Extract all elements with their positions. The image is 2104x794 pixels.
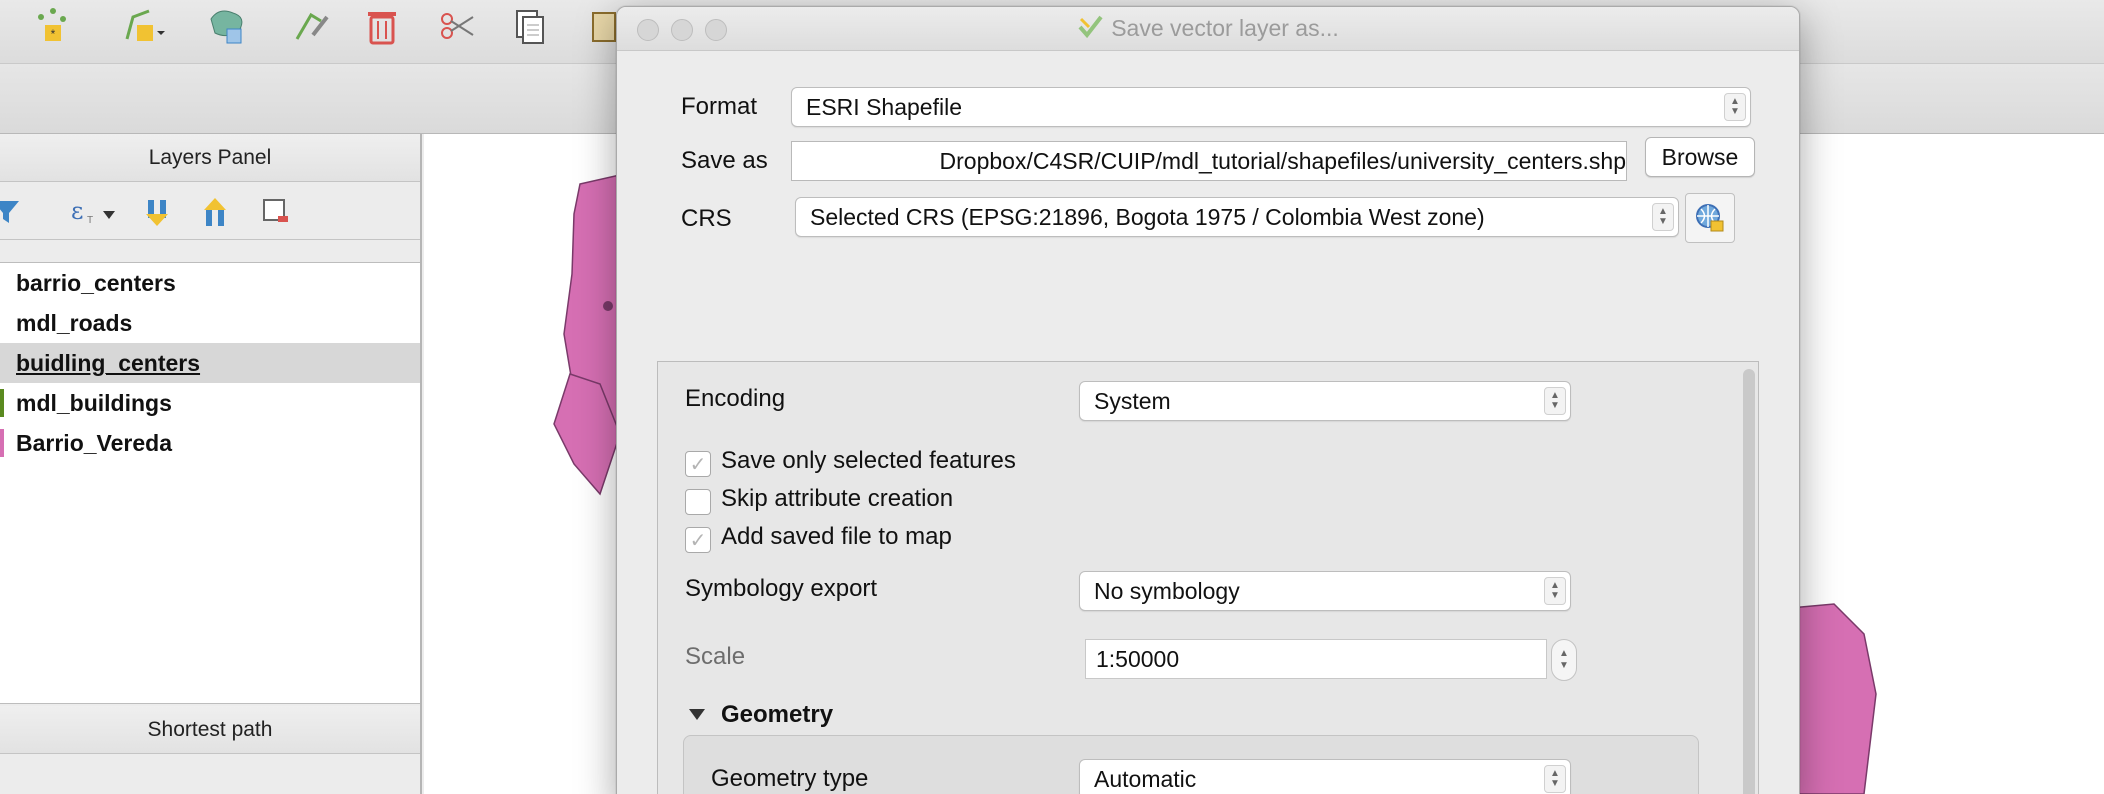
layer-swatch <box>0 389 4 417</box>
layer-item[interactable]: mdl_roads <box>0 303 420 343</box>
dialog-title-text: Save vector layer as... <box>1111 15 1339 41</box>
save-selected-checkbox[interactable]: ✓ <box>685 451 711 477</box>
layer-swatch <box>0 429 4 457</box>
expand-all-icon[interactable] <box>138 192 178 232</box>
scale-spinner[interactable]: ▲ ▼ <box>1551 639 1577 681</box>
disclosure-triangle-icon <box>687 701 707 729</box>
remove-layer-icon[interactable] <box>256 192 296 232</box>
qgis-logo-icon <box>1077 13 1103 45</box>
layer-swatch <box>0 309 4 337</box>
crs-select[interactable]: Selected CRS (EPSG:21896, Bogota 1975 / … <box>795 197 1679 237</box>
symbology-export-select[interactable]: No symbology ▲ ▼ <box>1079 571 1571 611</box>
format-label: Format <box>681 93 758 120</box>
layer-name: mdl_roads <box>16 309 133 336</box>
layer-item-selected[interactable]: buidling_centers <box>0 343 420 383</box>
add-to-map-checkbox[interactable]: ✓ <box>685 527 711 553</box>
layer-item[interactable]: mdl_buildings <box>0 383 420 423</box>
layer-swatch <box>0 269 4 297</box>
layer-name: Barrio_Vereda <box>16 429 172 456</box>
close-window-icon[interactable] <box>637 19 659 41</box>
cut-features-icon[interactable] <box>436 4 480 48</box>
add-point-feature-icon[interactable]: * <box>30 4 74 48</box>
skip-attribute-checkbox[interactable] <box>685 489 711 515</box>
point-marker <box>603 301 613 311</box>
minimize-window-icon[interactable] <box>671 19 693 41</box>
layer-name: buidling_centers <box>16 349 201 376</box>
add-line-feature-icon[interactable] <box>122 4 166 48</box>
format-select-value: ESRI Shapefile <box>806 93 962 120</box>
skip-attribute-label: Skip attribute creation <box>721 485 954 512</box>
qgis-screen: * Layers Panel ε T barrio_centers mdl_ro… <box>0 0 2104 794</box>
chevron-updown-icon: ▲ ▼ <box>1544 387 1566 415</box>
geometry-type-select[interactable]: Automatic ▲ ▼ <box>1079 759 1571 794</box>
browse-button[interactable]: Browse <box>1645 137 1755 177</box>
layer-tree: barrio_centers mdl_roads buidling_center… <box>0 262 420 704</box>
add-to-map-label: Add saved file to map <box>721 523 952 550</box>
scale-input[interactable]: 1:50000 <box>1085 639 1547 679</box>
crs-select-value: Selected CRS (EPSG:21896, Bogota 1975 / … <box>810 203 1485 230</box>
collapse-all-icon[interactable] <box>196 192 236 232</box>
layer-item[interactable]: Barrio_Vereda <box>0 423 420 463</box>
save-selected-label: Save only selected features <box>721 447 1016 474</box>
geometry-type-value: Automatic <box>1094 765 1197 792</box>
geometry-type-label: Geometry type <box>711 765 869 792</box>
layers-panel-title: Layers Panel <box>0 134 420 182</box>
globe-icon <box>1696 204 1724 232</box>
options-scrollbar[interactable] <box>1743 369 1755 794</box>
delete-selected-icon[interactable] <box>360 4 404 48</box>
layer-name: barrio_centers <box>16 269 176 296</box>
layers-panel-toolbar: εT <box>0 182 420 240</box>
symbology-export-label: Symbology export <box>685 575 878 602</box>
save-as-path-input[interactable]: Dropbox/C4SR/CUIP/mdl_tutorial/shapefile… <box>791 141 1627 181</box>
save-as-label: Save as <box>681 147 768 174</box>
encoding-select[interactable]: System ▲ ▼ <box>1079 381 1571 421</box>
chevron-updown-icon: ▲ ▼ <box>1724 93 1746 121</box>
chevron-updown-icon: ▲ ▼ <box>1544 577 1566 605</box>
node-tool-icon[interactable] <box>290 4 334 48</box>
layer-name: mdl_buildings <box>16 389 172 416</box>
save-vector-layer-dialog: Save vector layer as... Format ESRI Shap… <box>616 6 1800 794</box>
save-as-path-value: Dropbox/C4SR/CUIP/mdl_tutorial/shapefile… <box>939 147 1626 174</box>
layer-item[interactable]: barrio_centers <box>0 263 420 303</box>
svg-text:T: T <box>87 215 93 226</box>
scale-value: 1:50000 <box>1096 645 1180 672</box>
copy-features-icon[interactable] <box>508 4 552 48</box>
svg-text:ε: ε <box>71 197 83 225</box>
dialog-title: Save vector layer as... <box>1077 13 1339 45</box>
shortest-path-panel-title[interactable]: Shortest path <box>0 706 420 754</box>
chevron-updown-icon: ▲ ▼ <box>1652 203 1674 231</box>
select-crs-button[interactable] <box>1685 193 1735 243</box>
encoding-label: Encoding <box>685 385 786 412</box>
geometry-section-header[interactable]: Geometry <box>687 701 833 729</box>
layer-swatch <box>0 349 4 377</box>
layers-panel: Layers Panel εT barrio_centers mdl_roads… <box>0 134 422 794</box>
svg-text:*: * <box>51 27 56 41</box>
filter-legend-icon[interactable] <box>0 192 26 232</box>
scale-label: Scale <box>685 643 746 670</box>
format-select[interactable]: ESRI Shapefile ▲ ▼ <box>791 87 1751 127</box>
zoom-window-icon[interactable] <box>705 19 727 41</box>
crs-label: CRS <box>681 205 732 232</box>
add-polygon-feature-icon[interactable] <box>206 4 250 48</box>
symbology-export-value: No symbology <box>1094 577 1240 604</box>
encoding-select-value: System <box>1094 387 1171 414</box>
dialog-titlebar: Save vector layer as... <box>617 7 1799 51</box>
geometry-section-label: Geometry <box>721 701 834 728</box>
filter-expression-icon[interactable]: εT <box>66 192 122 232</box>
chevron-updown-icon: ▲ ▼ <box>1544 765 1566 793</box>
